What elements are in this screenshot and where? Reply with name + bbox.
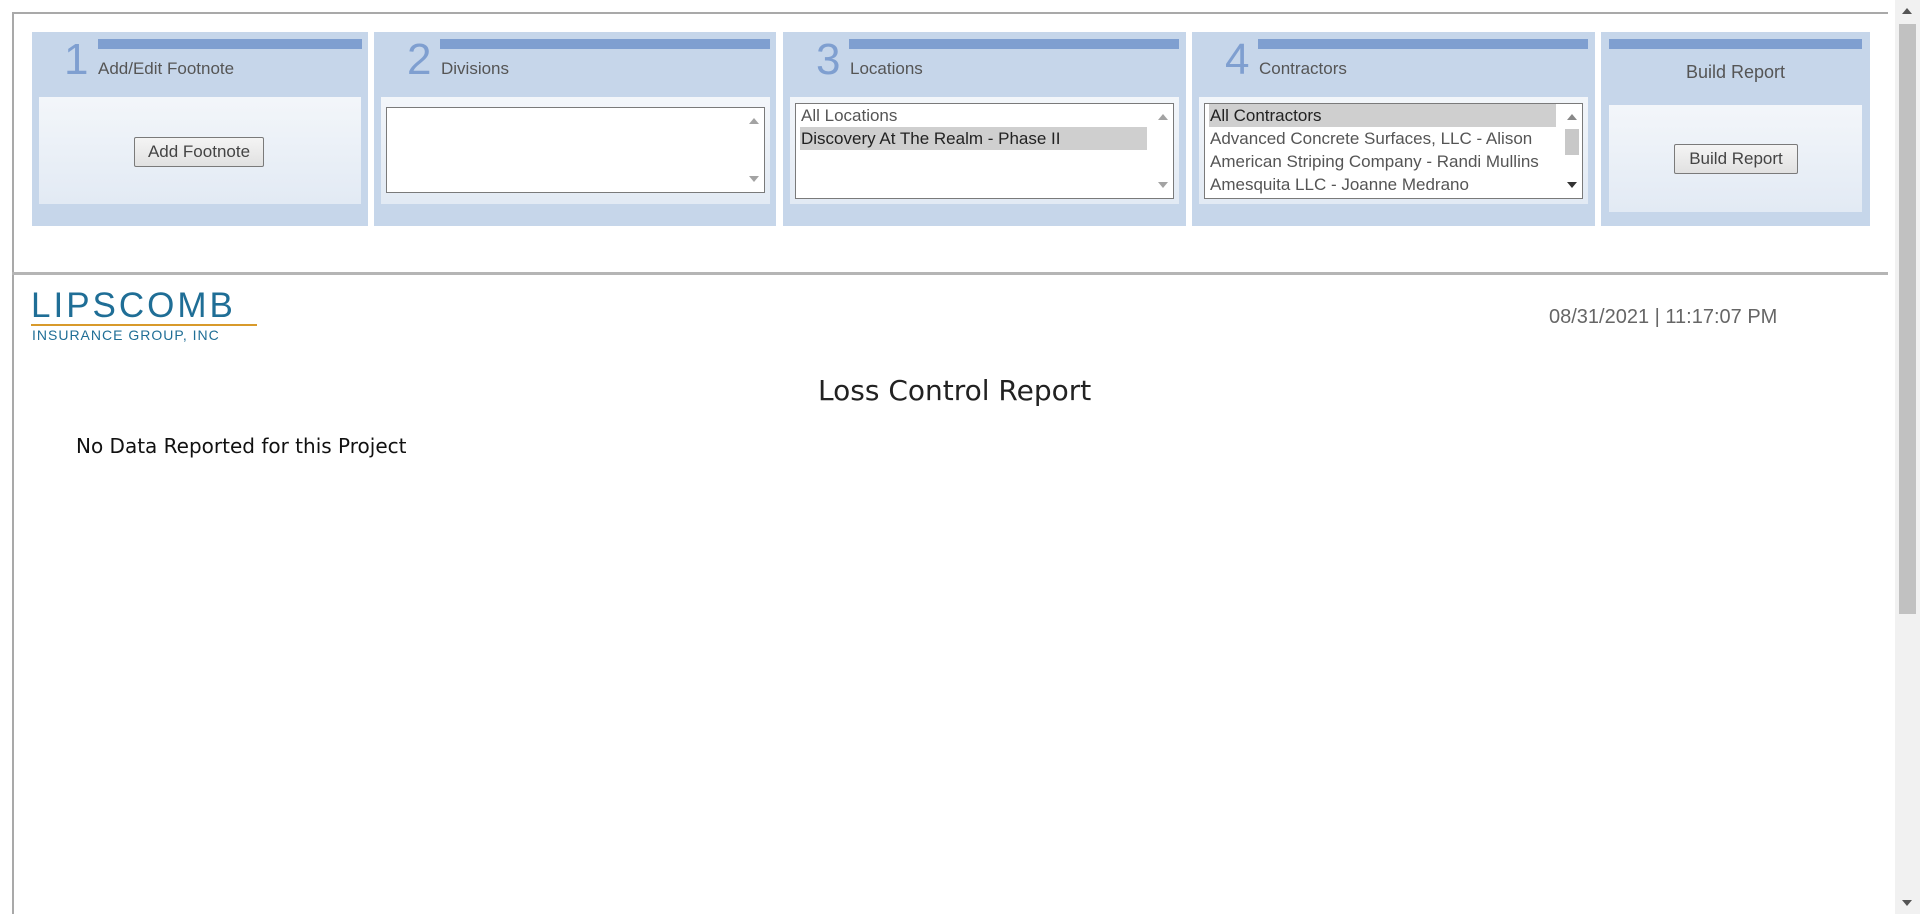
listbox-option[interactable]: American Striping Company - Randi Mullin… xyxy=(1209,150,1556,173)
add-footnote-button[interactable]: Add Footnote xyxy=(134,137,264,167)
report-timestamp: 08/31/2021 | 11:17:07 PM xyxy=(1549,306,1778,328)
scroll-up-arrow-icon[interactable] xyxy=(749,118,759,124)
panel-divisions: 2 Divisions xyxy=(374,32,776,226)
step-number: 2 xyxy=(407,35,432,84)
panel-header-bar xyxy=(849,39,1179,49)
panel-header-bar xyxy=(440,39,770,49)
listbox-option-selected[interactable]: All Contractors xyxy=(1209,104,1556,127)
panel-title: Build Report xyxy=(1685,62,1786,82)
scroll-up-arrow-icon[interactable] xyxy=(1158,114,1168,120)
listbox-scrollbar[interactable] xyxy=(1562,104,1582,198)
frame-left-border xyxy=(12,12,14,914)
scrollbar-thumb[interactable] xyxy=(1899,24,1916,614)
divisions-listbox[interactable] xyxy=(386,107,765,193)
scroll-up-arrow-icon[interactable] xyxy=(1567,114,1577,120)
panel-build-report: Build Report Build Report xyxy=(1601,32,1870,226)
page-scrollbar[interactable] xyxy=(1895,0,1920,914)
step-number: 4 xyxy=(1225,35,1250,84)
panel-body: Add Footnote xyxy=(39,97,361,204)
panel-add-footnote: 1 Add/Edit Footnote Add Footnote xyxy=(32,32,368,226)
contractors-listbox[interactable]: All Contractors Advanced Concrete Surfac… xyxy=(1204,103,1583,199)
scroll-up-arrow-icon[interactable] xyxy=(1902,8,1912,14)
panel-contractors: 4 Contractors All Contractors Advanced C… xyxy=(1192,32,1595,226)
panel-header-bar xyxy=(98,39,362,49)
panel-title: Locations xyxy=(850,59,923,78)
panel-body: All Contractors Advanced Concrete Surfac… xyxy=(1199,97,1588,204)
frame-divider xyxy=(12,272,1888,275)
listbox-option[interactable]: Advanced Concrete Surfaces, LLC - Alison xyxy=(1209,127,1556,150)
panel-body: Build Report xyxy=(1609,105,1862,212)
listbox-option[interactable]: Amesquita LLC - Joanne Medrano xyxy=(1209,173,1556,196)
company-logo: LIPSCOMB INSURANCE GROUP, INC xyxy=(31,288,261,344)
locations-listbox[interactable]: All Locations Discovery At The Realm - P… xyxy=(795,103,1174,199)
no-data-message: No Data Reported for this Project xyxy=(76,434,407,458)
panel-title: Divisions xyxy=(441,59,510,78)
step-number: 3 xyxy=(816,35,841,84)
panel-title: Contractors xyxy=(1259,59,1347,78)
listbox-scrollbar[interactable] xyxy=(1153,104,1173,198)
scrollbar-thumb[interactable] xyxy=(1565,129,1579,155)
scroll-down-arrow-icon[interactable] xyxy=(1158,182,1168,188)
frame-top-border xyxy=(12,12,1888,14)
logo-subtitle: INSURANCE GROUP, INC xyxy=(32,327,220,343)
panel-header-bar xyxy=(1258,39,1588,49)
panel-body xyxy=(381,97,770,204)
report-title: Loss Control Report xyxy=(818,374,1092,407)
logo-wordmark: LIPSCOMB xyxy=(31,286,236,325)
listbox-option-selected[interactable]: Discovery At The Realm - Phase II xyxy=(800,127,1147,150)
listbox-scrollbar[interactable] xyxy=(744,108,764,192)
scroll-down-arrow-icon[interactable] xyxy=(1567,182,1577,188)
scroll-down-arrow-icon[interactable] xyxy=(749,176,759,182)
panel-title: Add/Edit Footnote xyxy=(98,59,235,78)
scroll-down-arrow-icon[interactable] xyxy=(1902,900,1912,906)
step-number: 1 xyxy=(64,35,89,84)
panel-locations: 3 Locations All Locations Discovery At T… xyxy=(783,32,1186,226)
build-report-button[interactable]: Build Report xyxy=(1674,144,1798,174)
panel-body: All Locations Discovery At The Realm - P… xyxy=(790,97,1179,204)
panel-header-bar xyxy=(1609,39,1862,49)
listbox-option[interactable]: All Locations xyxy=(800,104,1147,127)
